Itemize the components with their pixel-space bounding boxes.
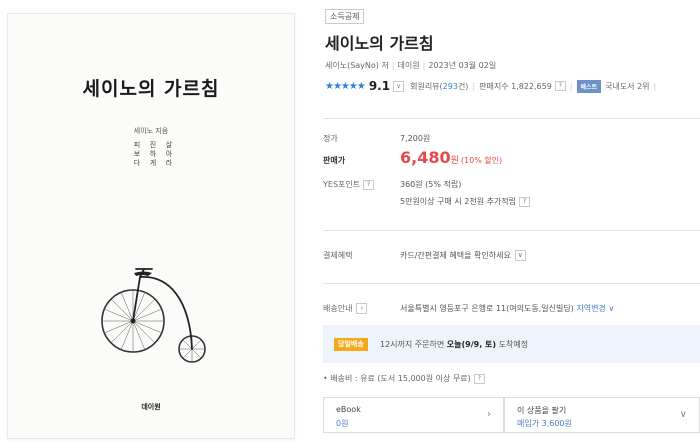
- help-icon[interactable]: ?: [519, 196, 531, 207]
- list-price-label: 정가: [323, 134, 338, 143]
- author-link[interactable]: 세이노(SayNo) 저: [325, 61, 389, 70]
- book-cover-area: 세이노의 가르침 세이노 지음 피보다 진하게 살아라 데이원: [0, 0, 310, 448]
- rating-score: 9.1: [368, 79, 391, 93]
- star-rating-icon: ★★★★★: [325, 80, 366, 92]
- divider: [323, 283, 700, 284]
- cover-author: 세이노 지음: [133, 127, 169, 135]
- shipping-address: 서울특별시 영등포구 은행로 11(여의도동,일신빌딩) 지역변경 ∨: [400, 304, 615, 313]
- help-icon[interactable]: ?: [363, 179, 375, 190]
- product-title: 세이노의 가르침: [325, 34, 434, 53]
- ebook-card[interactable]: eBook 0원 ›: [323, 397, 504, 433]
- payment-benefit-value: 카드/간편결제 혜택을 확인하세요 ∨: [400, 250, 526, 261]
- penny-farthing-illustration: [101, 268, 206, 363]
- divider: [323, 118, 700, 119]
- publisher-link[interactable]: 데이원: [398, 61, 420, 70]
- product-info: 소득공제 세이노의 가르침 세이노(SayNo) 저 | 데이원 | 2023년 03월…: [323, 0, 700, 448]
- shipping-fee: • 배송비 : 유료 (도서 15,000원 이상 무료)?: [323, 373, 485, 384]
- chevron-down-icon[interactable]: ∨: [393, 80, 405, 92]
- yes-point-value: 360원 (5% 적립): [400, 180, 462, 189]
- list-price-value: 7,200원: [400, 134, 431, 143]
- bestseller-rank[interactable]: 국내도서 2위: [605, 81, 649, 92]
- chevron-down-icon: ∨: [608, 304, 615, 313]
- delivery-notice-box: 당일배송 12시까지 주문하면 오늘(9/9, 토) 도착예정: [323, 325, 700, 363]
- help-icon[interactable]: ?: [473, 373, 485, 384]
- divider: [323, 230, 700, 231]
- chevron-right-icon[interactable]: ›: [356, 303, 368, 314]
- sales-index: 판매지수 1,822,659: [479, 81, 552, 91]
- yes-point-extra: 5만원이상 구매 시 2천원 추가적립?: [400, 196, 531, 207]
- product-meta: 세이노(SayNo) 저 | 데이원 | 2023년 03월 02일: [325, 61, 497, 70]
- chevron-right-icon: ›: [487, 409, 491, 420]
- cover-vertical-line: 피보다: [133, 141, 141, 168]
- best-badge: 베스트: [576, 79, 602, 93]
- sale-price-value: 6,480: [400, 148, 451, 167]
- tax-deduction-badge: 소득공제: [325, 9, 365, 24]
- publish-date: 2023년 03월 02일: [428, 61, 497, 70]
- cover-vertical-line: 진하게: [149, 141, 157, 168]
- ebook-price: 0원: [336, 419, 349, 428]
- change-region-link[interactable]: 지역변경 ∨: [576, 304, 614, 313]
- payment-benefit-label: 결제혜택: [323, 251, 353, 260]
- sell-item-title: 이 상품을 팔기: [517, 406, 567, 415]
- chevron-down-icon[interactable]: ∨: [514, 250, 526, 261]
- cover-title: 세이노의 가르침: [82, 78, 220, 100]
- chevron-down-icon: ∨: [679, 409, 687, 420]
- ebook-title: eBook: [336, 405, 361, 414]
- member-review-link[interactable]: 회원리뷰(293건): [410, 81, 468, 92]
- discount-rate: (10% 할인): [460, 156, 503, 165]
- cover-vertical-line: 살아라: [165, 141, 173, 168]
- same-day-delivery-badge: 당일배송: [334, 338, 368, 351]
- yes-point-label: YES포인트?: [323, 179, 375, 190]
- shipping-info-label: 배송안내 ›: [323, 303, 368, 314]
- delivery-eta: 12시까지 주문하면 오늘(9/9, 토) 도착예정: [380, 340, 529, 349]
- buyback-price: 매입가 3,600원: [517, 419, 572, 428]
- rating-row: ★★★★★ 9.1 ∨ 회원리뷰(293건) | 판매지수 1,822,659 …: [325, 79, 657, 93]
- book-cover-image[interactable]: 세이노의 가르침 세이노 지음 피보다 진하게 살아라 데이원: [7, 13, 295, 439]
- sell-item-card[interactable]: 이 상품을 팔기 매입가 3,600원 ∨: [504, 397, 700, 433]
- cover-publisher: 데이원: [141, 402, 161, 411]
- sale-price-label: 판매가: [323, 156, 346, 165]
- sale-price: 6,480원 (10% 할인): [400, 148, 503, 167]
- help-icon[interactable]: ?: [554, 81, 566, 91]
